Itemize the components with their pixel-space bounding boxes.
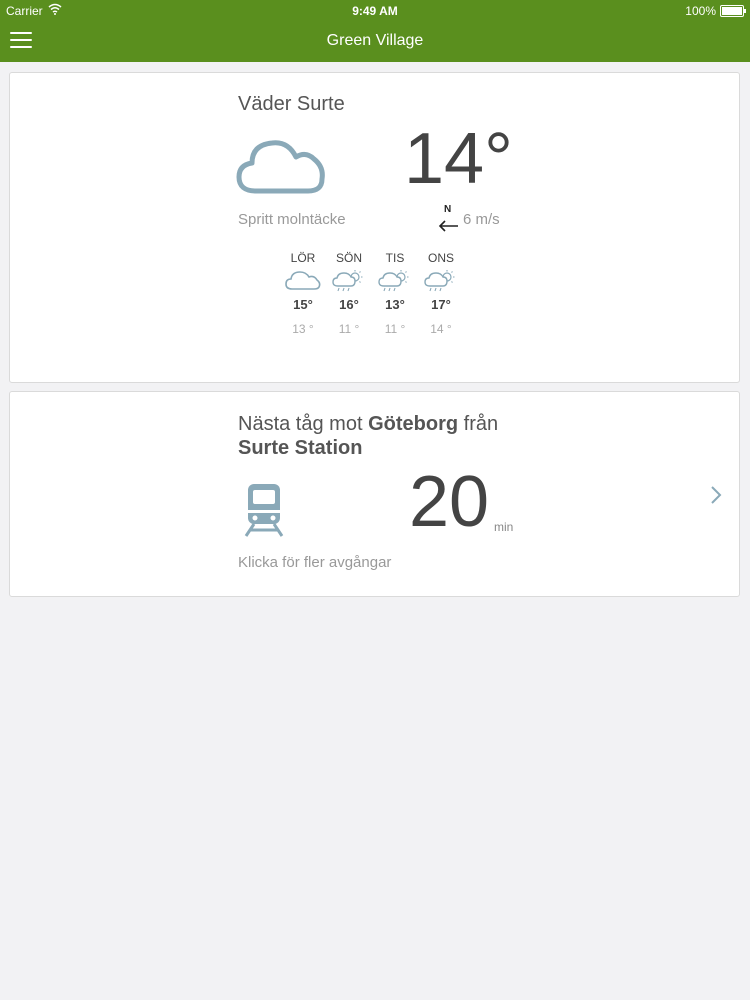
battery-percent: 100%	[685, 4, 716, 18]
forecast-low: 11 °	[338, 322, 360, 336]
chevron-right-icon[interactable]	[709, 484, 723, 506]
status-time: 9:49 AM	[352, 4, 398, 18]
forecast-high: 13°	[385, 297, 405, 312]
train-icon	[244, 484, 284, 537]
forecast-day: TIS 13° 11 °	[372, 251, 418, 336]
weather-card: Väder Surte 14° Spritt molntäcke N 6 m/s…	[9, 72, 740, 383]
forecast-day-name: TIS	[385, 251, 405, 265]
forecast-day: LÖR 15° 13 °	[280, 251, 326, 336]
nav-bar: Green Village	[0, 22, 750, 62]
cloud-icon	[236, 140, 325, 194]
battery-icon	[720, 5, 746, 17]
weather-description: Spritt molntäcke	[238, 211, 346, 228]
forecast-day-name: SÖN	[335, 251, 362, 265]
forecast-high: 17°	[431, 297, 451, 312]
train-destination: Göteborg	[368, 413, 459, 435]
wind-speed: 6 m/s	[463, 211, 500, 228]
cloud-sun-rain-icon	[378, 270, 409, 292]
weather-title: Väder Surte	[238, 93, 345, 115]
forecast-day: ONS 17° 14 °	[418, 251, 464, 336]
train-title-prefix: Nästa tåg mot	[238, 413, 363, 435]
forecast-day-name: ONS	[427, 251, 454, 265]
forecast-low: 13 °	[292, 322, 314, 336]
app-header: Carrier 9:49 AM 100% Green Village	[0, 0, 750, 62]
status-bar: Carrier 9:49 AM 100%	[0, 0, 750, 22]
page-title: Green Village	[326, 32, 424, 49]
cloud-sun-rain-icon	[332, 270, 363, 292]
forecast-high: 16°	[339, 297, 359, 312]
cloud-icon	[285, 271, 321, 290]
next-train-card[interactable]: Nästa tåg mot Göteborg från Surte Statio…	[9, 391, 740, 597]
forecast-low: 11 °	[384, 322, 406, 336]
wind-arrow-icon	[438, 220, 458, 232]
minutes-until-departure: 20	[409, 462, 490, 542]
forecast-day: SÖN 16° 11 °	[326, 251, 372, 336]
train-station: Surte Station	[238, 437, 363, 459]
forecast-low: 14 °	[430, 322, 452, 336]
minutes-unit: min	[494, 520, 514, 534]
train-title: Nästa tåg mot Göteborg från Surte Statio…	[238, 412, 498, 460]
forecast-day-name: LÖR	[290, 251, 316, 265]
more-departures-link[interactable]: Klicka för fler avgångar	[238, 554, 391, 571]
forecast-high: 15°	[293, 297, 313, 312]
cloud-sun-rain-icon	[424, 270, 455, 292]
train-title-mid: från	[463, 413, 499, 435]
current-temperature: 14°	[404, 119, 513, 199]
